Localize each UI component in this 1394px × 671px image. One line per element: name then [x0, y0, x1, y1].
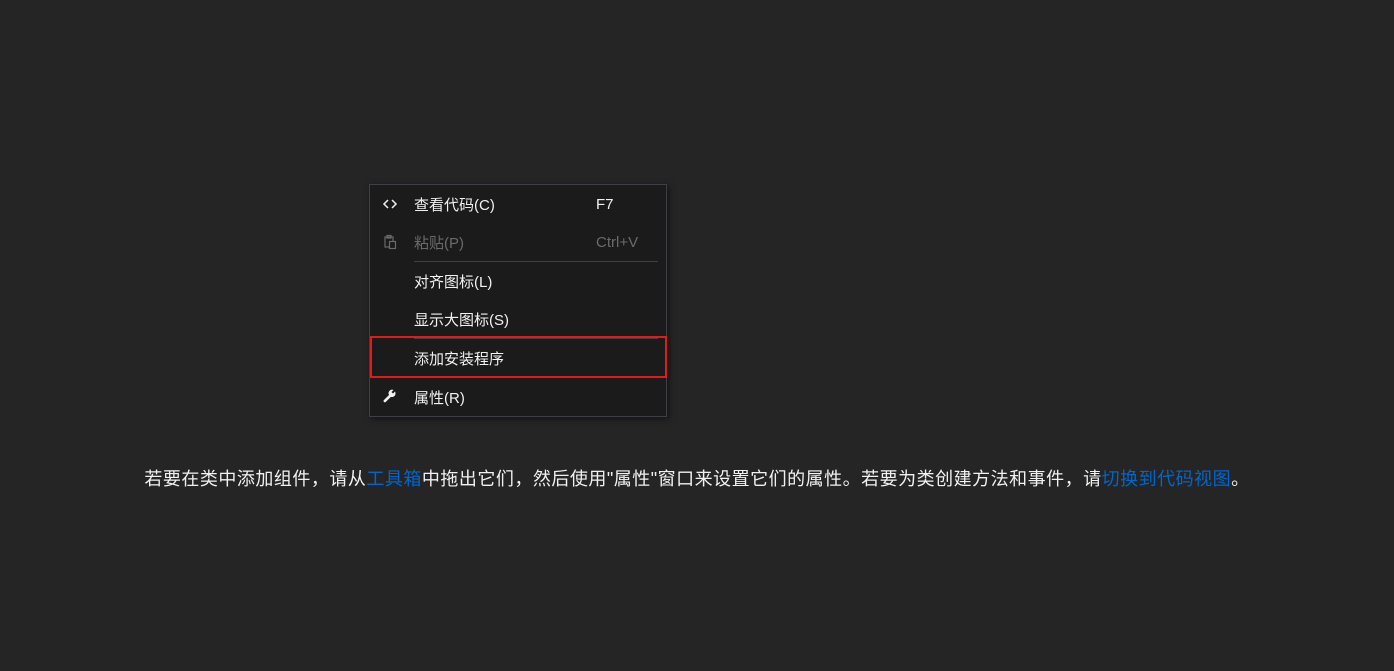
menu-add-installer[interactable]: 添加安装程序 — [370, 339, 666, 377]
menu-label: 显示大图标(S) — [370, 309, 666, 330]
menu-align-icons[interactable]: 对齐图标(L) — [370, 262, 666, 300]
menu-label: 查看代码(C) — [410, 194, 596, 215]
menu-label: 添加安装程序 — [370, 348, 666, 369]
menu-shortcut: Ctrl+V — [596, 234, 666, 251]
designer-hint: 若要在类中添加组件，请从工具箱中拖出它们，然后使用"属性"窗口来设置它们的属性。… — [0, 465, 1394, 491]
menu-label: 粘贴(P) — [410, 232, 596, 253]
menu-paste[interactable]: 粘贴(P) Ctrl+V — [370, 223, 666, 261]
paste-icon — [370, 234, 410, 250]
menu-properties[interactable]: 属性(R) — [370, 378, 666, 416]
menu-label: 属性(R) — [410, 387, 666, 408]
menu-label: 对齐图标(L) — [370, 271, 666, 292]
menu-shortcut: F7 — [596, 196, 666, 213]
hint-text: 中拖出它们，然后使用"属性"窗口来设置它们的属性。若要为类创建方法和事件，请 — [422, 469, 1102, 489]
hint-text: 若要在类中添加组件，请从 — [144, 469, 366, 489]
code-icon — [370, 196, 410, 212]
wrench-icon — [370, 389, 410, 405]
context-menu: 查看代码(C) F7 粘贴(P) Ctrl+V 对齐图标(L) 显示大图标(S)… — [369, 184, 667, 417]
toolbox-link[interactable]: 工具箱 — [366, 469, 422, 489]
menu-view-code[interactable]: 查看代码(C) F7 — [370, 185, 666, 223]
codeview-link[interactable]: 切换到代码视图 — [1102, 469, 1232, 489]
hint-text: 。 — [1231, 469, 1250, 489]
menu-large-icons[interactable]: 显示大图标(S) — [370, 300, 666, 338]
